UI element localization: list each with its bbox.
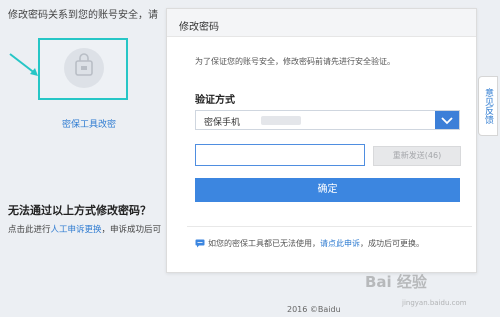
appeal-hint: 如您的密保工具都已无法使用，请点此申诉，成功后可更换。: [195, 238, 424, 249]
footer-copyright: 2016 ©Baidu: [287, 305, 341, 314]
hint-text-after: ，成功后可更换。: [360, 239, 424, 248]
alt-text-before: 点击此进行: [8, 225, 51, 235]
dialog-intro: 为了保证您的账号安全，修改密码前请先进行安全验证。: [195, 57, 395, 66]
page-intro-text: 修改密码关系到您的账号安全，请: [8, 10, 158, 21]
watermark-logo: Bai 经验: [365, 271, 427, 292]
appeal-link[interactable]: 请点此申诉: [320, 239, 360, 248]
verify-method-label: 验证方式: [195, 95, 235, 106]
watermark-url: jingyan.baidu.com: [402, 299, 467, 307]
dialog-title: 修改密码: [167, 9, 476, 37]
feedback-tab[interactable]: 意见反馈: [478, 76, 498, 136]
verification-code-input[interactable]: [195, 144, 365, 166]
verify-method-value: 密保手机: [204, 118, 241, 128]
security-tool-link[interactable]: 密保工具改密: [62, 117, 116, 130]
dropdown-toggle[interactable]: [435, 111, 459, 129]
change-password-dialog: 修改密码 为了保证您的账号安全，修改密码前请先进行安全验证。 验证方式 密保手机…: [166, 8, 477, 273]
alt-method-heading: 无法通过以上方式修改密码？: [8, 204, 151, 217]
masked-phone-number: [261, 116, 301, 125]
hint-text-before: 如您的密保工具都已无法使用，: [208, 239, 320, 248]
chevron-down-icon: [441, 117, 453, 125]
watermark-text: Bai 经验: [365, 273, 427, 291]
alt-text-after: ，申诉成功后可: [101, 225, 162, 235]
confirm-button[interactable]: 确定: [195, 178, 460, 202]
dialog-divider: [187, 226, 472, 227]
annotation-arrow: [9, 53, 38, 76]
verify-method-select[interactable]: 密保手机: [195, 110, 460, 130]
security-tool-option[interactable]: [38, 38, 128, 100]
chat-icon: [195, 239, 205, 248]
manual-appeal-link[interactable]: 人工申诉更换: [51, 225, 102, 235]
alt-method-text: 点击此进行人工申诉更换，申诉成功后可: [8, 223, 161, 235]
security-tool-icon: [64, 48, 104, 88]
resend-code-button[interactable]: 重新发送(46): [373, 146, 461, 166]
